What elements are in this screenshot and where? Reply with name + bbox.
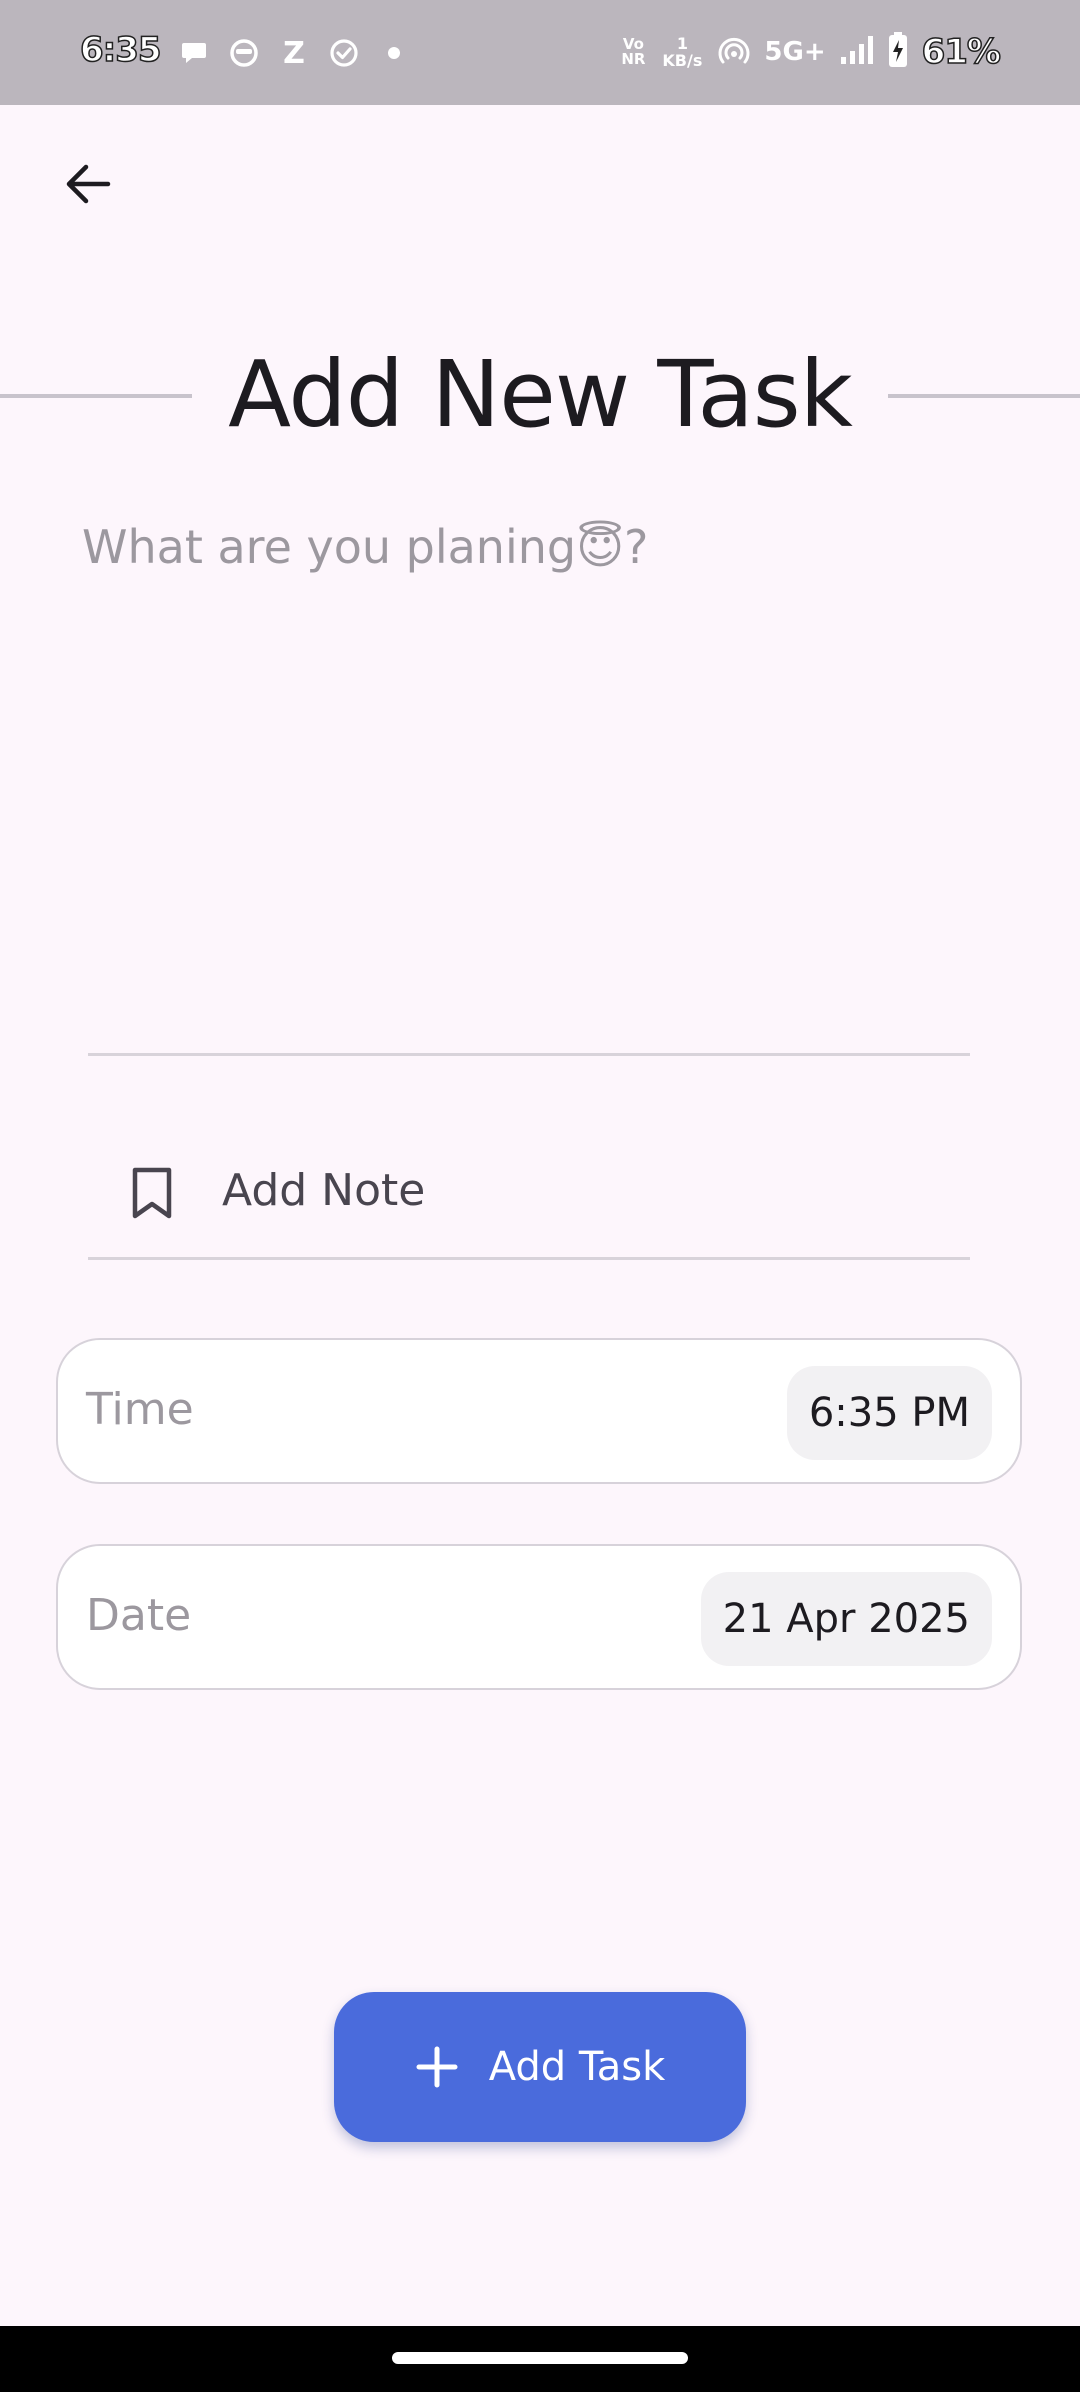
bookmark-icon: [132, 1167, 172, 1219]
battery-charging-icon: [888, 32, 908, 72]
date-label: Date: [86, 1590, 192, 1641]
network-type: 5G+: [764, 37, 826, 67]
net-speed: 1 KB/s: [662, 34, 703, 70]
note-field[interactable]: [88, 1110, 970, 1260]
note-input[interactable]: [222, 1150, 942, 1230]
battery-percentage: 61%: [921, 31, 1002, 73]
dot-icon: [378, 37, 410, 69]
vonr-indicator: Vo NR: [621, 35, 646, 68]
chat-bubble-icon: [178, 37, 210, 69]
arrow-left-icon: [66, 164, 111, 204]
plus-icon: [416, 2046, 458, 2088]
title-divider-left: [0, 394, 192, 398]
navigation-bar: [0, 2326, 1080, 2392]
task-input-underline: [88, 1053, 970, 1056]
note-input-underline: [88, 1257, 970, 1260]
time-field[interactable]: Time 6:35 PM: [56, 1338, 1022, 1484]
add-task-button[interactable]: Add Task: [334, 1992, 746, 2142]
check-circle-icon: [328, 37, 360, 69]
time-label: Time: [86, 1384, 194, 1435]
date-field[interactable]: Date 21 Apr 2025: [56, 1544, 1022, 1690]
z-app-icon: Z: [283, 35, 305, 71]
status-bar: 6:35 Z Vo NR 1 KB/s 5G+ 61%: [0, 0, 1080, 105]
back-button[interactable]: [50, 146, 126, 222]
notification-icons: Z: [178, 34, 410, 72]
helmet-icon: [228, 37, 260, 69]
signal-icon: [840, 35, 874, 69]
task-input[interactable]: [82, 520, 970, 1040]
home-gesture-handle[interactable]: [392, 2352, 688, 2364]
time-picker-button[interactable]: 6:35 PM: [786, 1366, 992, 1460]
add-task-label: Add Task: [488, 2044, 666, 2090]
date-picker-button[interactable]: 21 Apr 2025: [700, 1572, 992, 1666]
system-icons: Vo NR 1 KB/s 5G+ 61%: [620, 26, 1002, 78]
page-title: Add New Task: [228, 341, 853, 448]
hotspot-icon: [718, 34, 750, 70]
title-divider-right: [888, 394, 1080, 398]
status-time: 6:35: [79, 29, 162, 71]
add-task-screen: 6:35 Z Vo NR 1 KB/s 5G+ 61% Add New Task…: [0, 0, 1080, 2392]
